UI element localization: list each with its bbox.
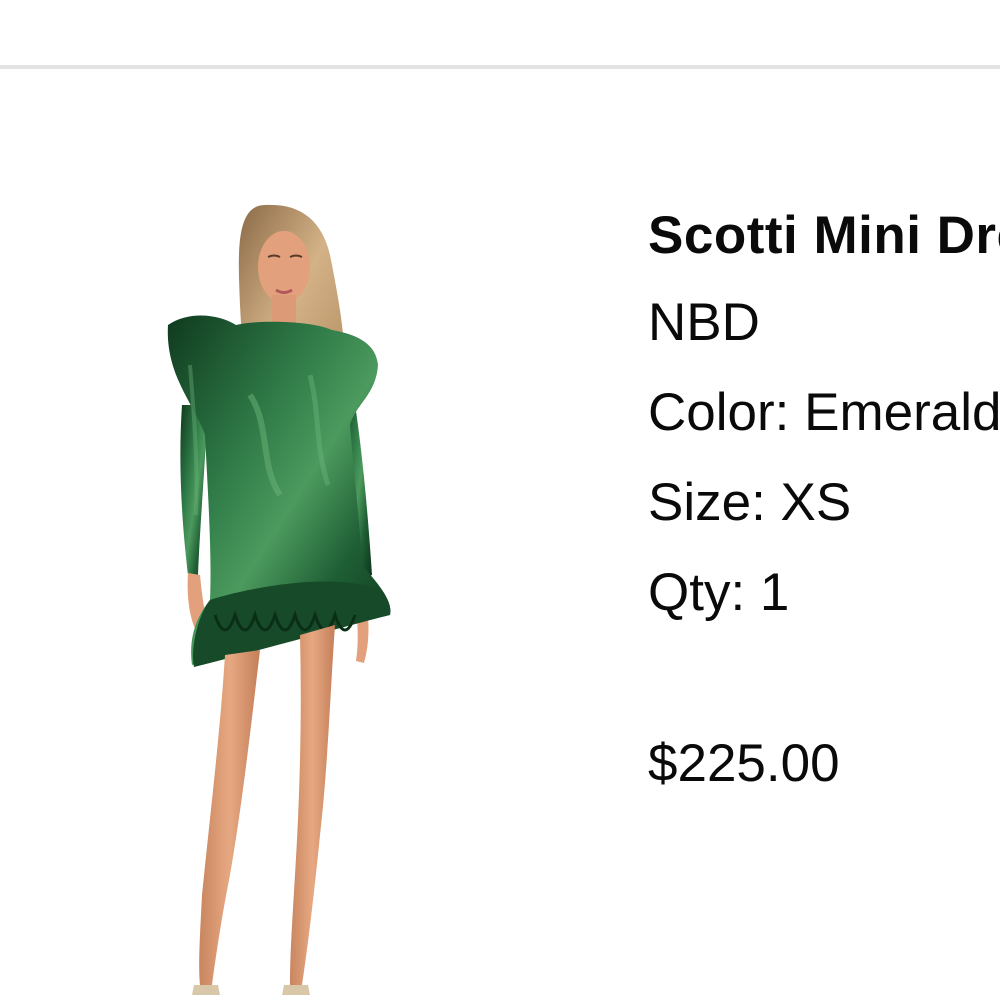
product-brand: NBD bbox=[648, 293, 760, 352]
product-image bbox=[167, 204, 391, 995]
order-item-page: Scotti Mini Dress NBD Color: Emerald Siz… bbox=[0, 0, 1000, 1000]
product-color: Color: Emerald bbox=[648, 383, 1000, 442]
product-name[interactable]: Scotti Mini Dress bbox=[648, 200, 1000, 272]
top-divider bbox=[0, 65, 1000, 69]
product-details: Scotti Mini Dress NBD Color: Emerald Siz… bbox=[648, 200, 1000, 638]
product-size: Size: XS bbox=[648, 473, 852, 532]
product-price: $225.00 bbox=[648, 734, 840, 793]
product-quantity: Qty: 1 bbox=[648, 563, 790, 622]
